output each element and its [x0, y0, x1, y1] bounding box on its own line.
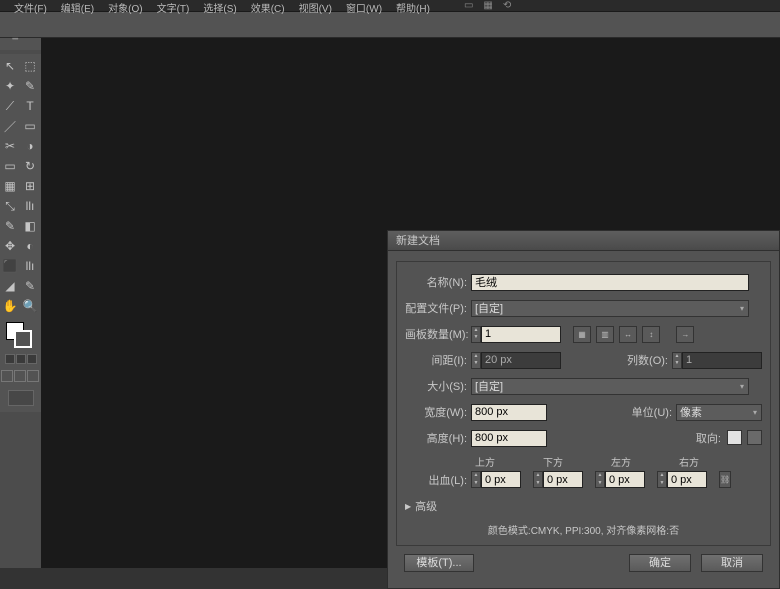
bridge-icon[interactable]: ▭: [464, 0, 473, 11]
color-btn[interactable]: [5, 354, 15, 364]
panel-tab[interactable]: [0, 38, 41, 50]
height-input[interactable]: [471, 430, 547, 447]
screen-mode-row: [0, 390, 41, 410]
menu-type[interactable]: 文字(T): [157, 0, 190, 15]
draw-behind[interactable]: [14, 370, 26, 382]
profile-select[interactable]: [自定]: [471, 300, 749, 317]
draw-mode-row: [0, 370, 41, 384]
scissors-tool[interactable]: ✂: [0, 136, 20, 156]
bleed-left-input[interactable]: [605, 471, 645, 488]
column-graph-tool[interactable]: ⬛: [0, 256, 20, 276]
fill-stroke-swatch[interactable]: [0, 320, 41, 354]
disclosure-triangle-icon: ▶: [405, 502, 411, 511]
magic-wand-tool[interactable]: ✦: [0, 76, 20, 96]
zoom-tool[interactable]: 🔍: [20, 296, 40, 316]
mesh-tool[interactable]: llı: [20, 196, 40, 216]
bleed-label: 出血(L):: [405, 472, 471, 488]
arrange-col-icon[interactable]: ↕: [642, 326, 660, 343]
size-select[interactable]: [自定]: [471, 378, 749, 395]
ok-button[interactable]: 确定: [629, 554, 691, 572]
profile-label: 配置文件(P):: [405, 300, 471, 316]
bleed-bottom-input[interactable]: [543, 471, 583, 488]
menu-file[interactable]: 文件(F): [14, 0, 47, 15]
bleed-right-input[interactable]: [667, 471, 707, 488]
symbol-sprayer-tool[interactable]: ◐: [20, 236, 40, 256]
menu-view[interactable]: 视图(V): [299, 0, 332, 15]
width-tool[interactable]: ↻: [20, 156, 40, 176]
toolbox: ↖ ⬚ ✦ ✎ ⟋ T ／ ▭ ✂ ◑ ▭ ↻ ▦ ⊞ ⤡ llı ✎ ◧ ✥ …: [0, 54, 41, 412]
menu-window[interactable]: 窗口(W): [346, 0, 382, 15]
eyedropper-tool[interactable]: ◧: [20, 216, 40, 236]
none-btn[interactable]: [27, 354, 37, 364]
columns-label: 列数(O):: [620, 352, 672, 368]
gradient-tool[interactable]: ✎: [0, 216, 20, 236]
pen-tool[interactable]: ⟋: [0, 96, 20, 116]
menu-select[interactable]: 选择(S): [203, 0, 236, 15]
advanced-summary: 颜色模式:CMYK, PPI:300, 对齐像素网格:否: [405, 522, 762, 537]
height-label: 高度(H):: [405, 430, 471, 446]
name-input[interactable]: [471, 274, 749, 291]
units-label: 单位(U):: [624, 404, 676, 420]
advanced-toggle[interactable]: ▶ 高级: [405, 498, 762, 514]
columns-input: [682, 352, 762, 369]
dialog-title: 新建文档: [388, 231, 779, 251]
control-bar: [0, 12, 780, 38]
spacing-input: [481, 352, 561, 369]
grid-by-col-icon[interactable]: ▥: [596, 326, 614, 343]
orientation-label: 取向:: [685, 430, 725, 446]
blend-tool[interactable]: ✥: [0, 236, 20, 256]
spacing-label: 间距(I):: [405, 352, 471, 368]
perspective-tool[interactable]: ⤡: [0, 196, 20, 216]
artboards-input[interactable]: [481, 326, 561, 343]
shape-builder-tool[interactable]: ⊞: [20, 176, 40, 196]
screen-mode-button[interactable]: [8, 390, 34, 406]
rotate-tool[interactable]: ◑: [20, 136, 40, 156]
menu-help[interactable]: 帮助(H): [396, 0, 430, 15]
eraser-tool[interactable]: ✎: [20, 276, 40, 296]
bleed-link-icon[interactable]: ⛓: [719, 471, 731, 488]
scale-tool[interactable]: ▭: [0, 156, 20, 176]
arrange-icon[interactable]: ▦: [483, 0, 492, 11]
artboard-arrange-icons: ▦ ▥ ↔ ↕ →: [573, 326, 696, 343]
slice-tool[interactable]: ◢: [0, 276, 20, 296]
artboards-label: 画板数量(M):: [405, 326, 471, 342]
hand-tool[interactable]: ✋: [0, 296, 20, 316]
color-mode-row: [0, 354, 41, 366]
new-document-dialog: 新建文档 名称(N): 配置文件(P): [自定] 画板数量(M): ▲▼ ▦: [387, 230, 780, 589]
templates-button[interactable]: 模板(T)...: [404, 554, 474, 572]
lasso-tool[interactable]: ✎: [20, 76, 40, 96]
cloud-icon[interactable]: ⟲: [503, 0, 511, 11]
menu-object[interactable]: 对象(O): [108, 0, 142, 15]
width-label: 宽度(W):: [405, 404, 471, 420]
selection-tool[interactable]: ↖: [0, 56, 20, 76]
bleed-top-input[interactable]: [481, 471, 521, 488]
gradient-btn[interactable]: [16, 354, 26, 364]
menu-edit[interactable]: 编辑(E): [61, 0, 94, 15]
size-label: 大小(S):: [405, 378, 471, 394]
orientation-portrait[interactable]: [727, 430, 742, 445]
draw-inside[interactable]: [27, 370, 39, 382]
name-label: 名称(N):: [405, 274, 471, 290]
workspace: ↖ ⬚ ✦ ✎ ⟋ T ／ ▭ ✂ ◑ ▭ ↻ ▦ ⊞ ⤡ llı ✎ ◧ ✥ …: [0, 38, 780, 568]
stroke-swatch[interactable]: [14, 330, 32, 348]
rectangle-tool[interactable]: ▭: [20, 116, 40, 136]
free-transform-tool[interactable]: ▦: [0, 176, 20, 196]
rtl-icon[interactable]: →: [676, 326, 694, 343]
line-tool[interactable]: ／: [0, 116, 20, 136]
type-tool[interactable]: T: [20, 96, 40, 116]
width-input[interactable]: [471, 404, 547, 421]
arrange-row-icon[interactable]: ↔: [619, 326, 637, 343]
units-select[interactable]: 像素: [676, 404, 762, 421]
grid-by-row-icon[interactable]: ▦: [573, 326, 591, 343]
direct-selection-tool[interactable]: ⬚: [20, 56, 40, 76]
cancel-button[interactable]: 取消: [701, 554, 763, 572]
menu-bar: 文件(F) 编辑(E) 对象(O) 文字(T) 选择(S) 效果(C) 视图(V…: [0, 0, 780, 12]
draw-normal[interactable]: [1, 370, 13, 382]
menu-effect[interactable]: 效果(C): [251, 0, 285, 15]
artboard-tool[interactable]: llı: [20, 256, 40, 276]
orientation-group: [725, 430, 762, 447]
orientation-landscape[interactable]: [747, 430, 762, 445]
bleed-headers: 上方 下方 左方 右方: [405, 454, 762, 469]
